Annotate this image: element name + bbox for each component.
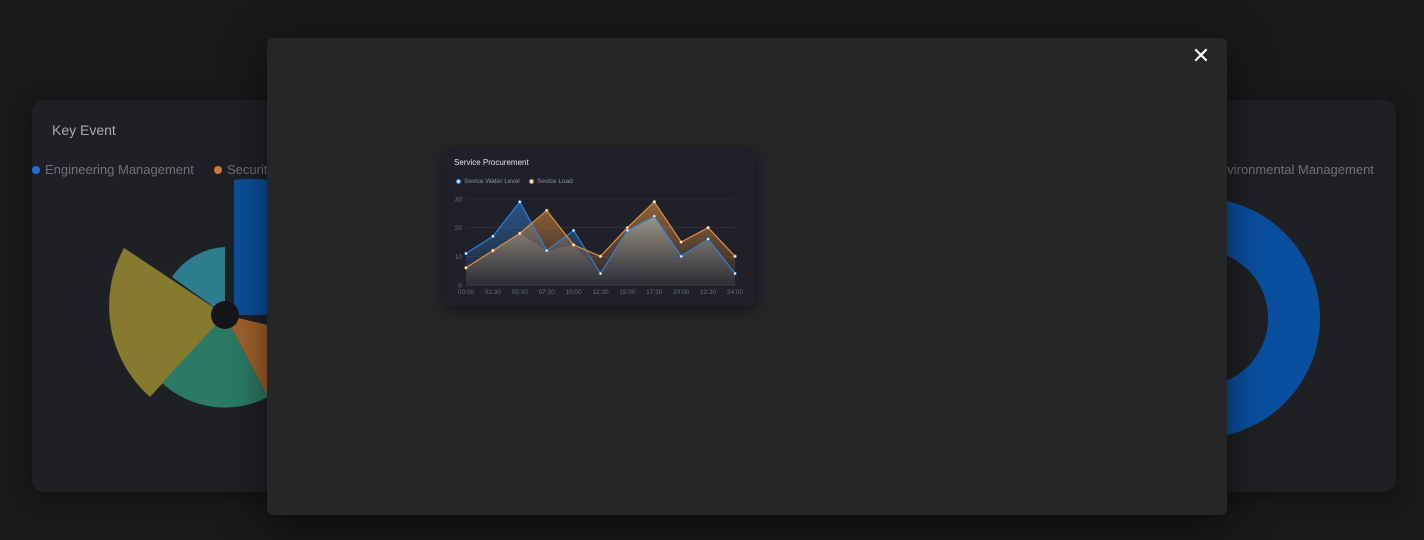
point-water-level xyxy=(464,251,468,256)
x-tick-label: 05:00 xyxy=(512,289,529,296)
point-load xyxy=(679,240,683,244)
point-water-level xyxy=(625,228,630,233)
point-water-level xyxy=(571,228,576,233)
point-load xyxy=(491,248,495,253)
x-tick-label: 07:30 xyxy=(539,289,556,296)
y-tick-label: 20 xyxy=(455,225,463,232)
point-load xyxy=(625,225,630,230)
y-tick-label: 30 xyxy=(455,197,463,204)
point-load xyxy=(544,208,549,213)
point-load xyxy=(598,254,603,259)
chart-preview-modal: ✕ Service Procurement Sevice Water Level… xyxy=(267,38,1227,515)
area-chart: 010203000:00 02:30 05:00 07:30 10:00 12:30 15:… xyxy=(455,197,744,297)
x-tick-label: 20:00 xyxy=(673,289,690,296)
x-tick-label: 00:00 xyxy=(458,289,475,296)
x-tick-label: 15:00 xyxy=(619,289,636,296)
point-load xyxy=(652,200,657,204)
x-tick-label: 24:00 xyxy=(727,289,744,296)
x-tick-label: 10:00 xyxy=(565,289,582,296)
point-water-level xyxy=(518,200,522,204)
x-tick-label: 17:30 xyxy=(646,289,663,296)
point-water-level xyxy=(679,254,683,259)
point-water-level xyxy=(598,271,603,276)
point-load xyxy=(733,254,737,259)
point-load xyxy=(706,225,710,230)
point-water-level xyxy=(491,234,495,238)
x-tick-label: 22:30 xyxy=(700,289,717,296)
point-water-level xyxy=(706,237,710,241)
chart-card: Service Procurement Sevice Water Level S… xyxy=(444,148,755,306)
x-tick-label: 12:30 xyxy=(592,289,609,296)
point-water-level xyxy=(652,214,657,218)
close-icon[interactable]: ✕ xyxy=(1189,44,1213,68)
point-load xyxy=(464,266,468,270)
point-load xyxy=(518,231,522,236)
y-tick-label: 10 xyxy=(455,254,463,261)
point-water-level xyxy=(544,248,549,253)
point-water-level xyxy=(733,271,737,276)
point-load xyxy=(571,243,576,247)
x-tick-label: 02:30 xyxy=(485,289,502,296)
pie-center xyxy=(211,301,239,329)
